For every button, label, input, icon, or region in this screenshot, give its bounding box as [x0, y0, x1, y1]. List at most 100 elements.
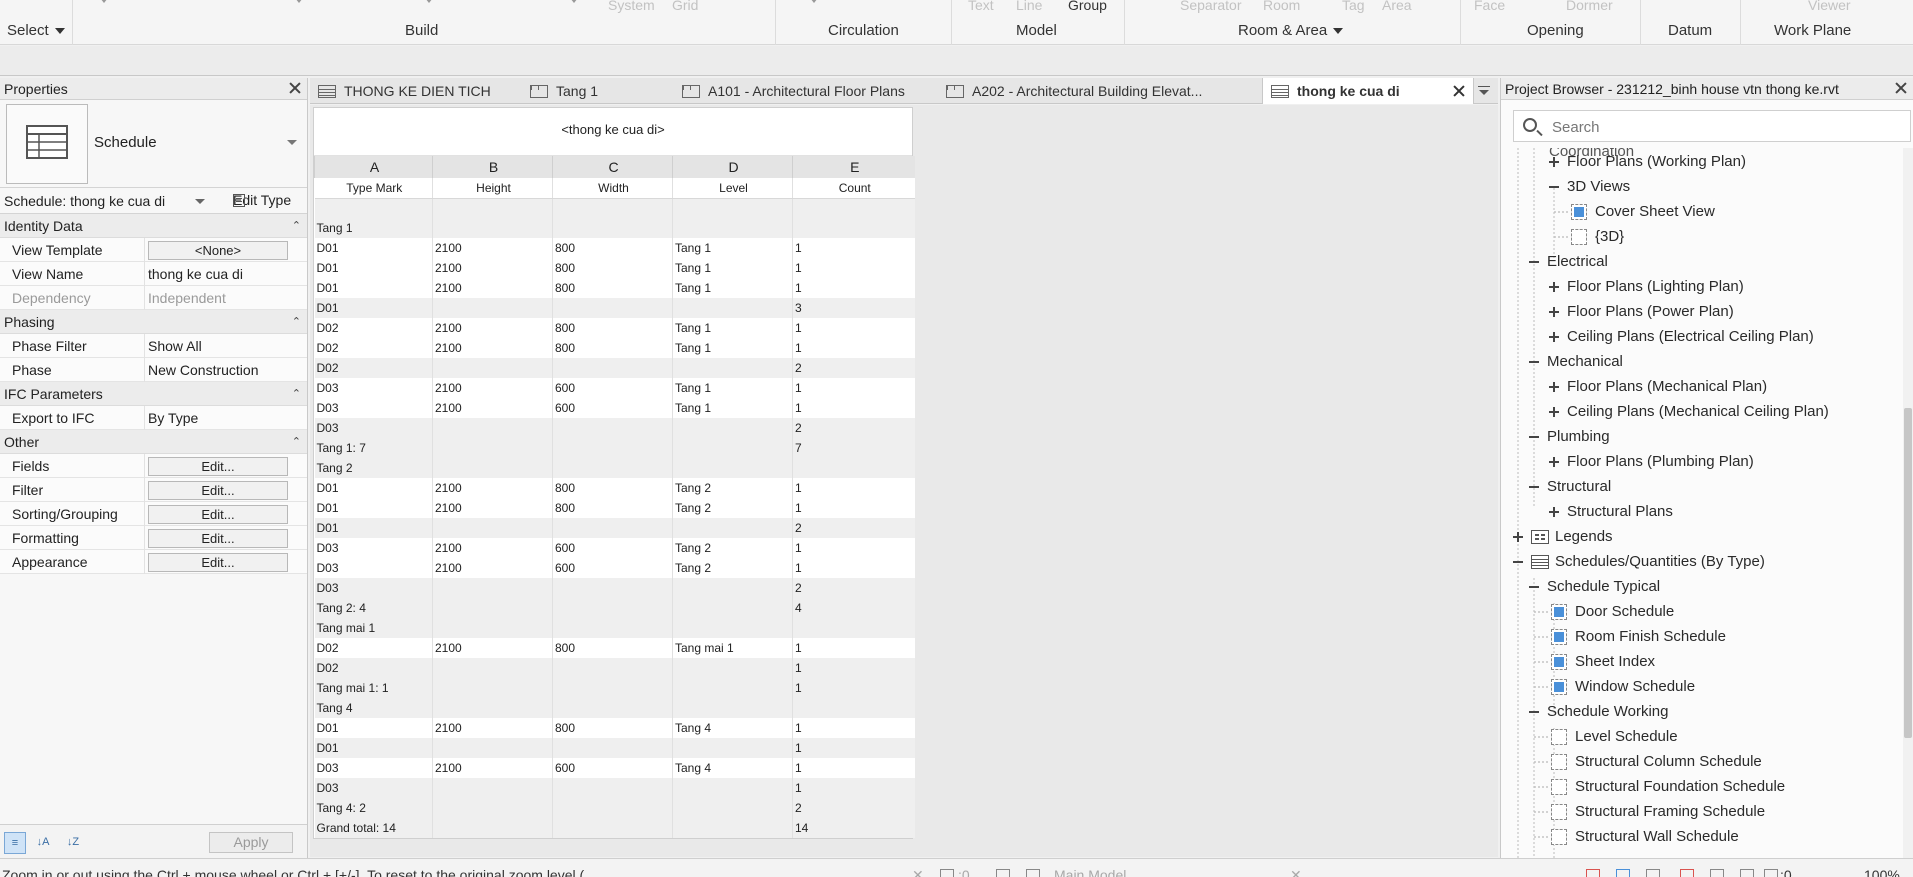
column-header[interactable]: Type Mark: [314, 178, 433, 199]
tree-node[interactable]: Structural Foundation Schedule: [1501, 775, 1899, 799]
column-header[interactable]: Level: [672, 178, 793, 199]
group-header-row[interactable]: Tang mai 1: [314, 618, 915, 638]
collapse-icon[interactable]: [1547, 175, 1561, 199]
property-edit-button[interactable]: Edit...: [148, 457, 288, 476]
ribbon-group-model[interactable]: Model: [1016, 22, 1057, 39]
column-header[interactable]: Height: [432, 178, 553, 199]
table-row[interactable]: D03 2100 600 Tang 11: [314, 398, 915, 418]
tree-node[interactable]: Structural Framing Schedule: [1501, 800, 1899, 824]
tree-node[interactable]: Floor Plans (Mechanical Plan): [1501, 375, 1899, 399]
table-row[interactable]: D01 2100 800 Tang 11: [314, 258, 915, 278]
column-letter[interactable]: C: [552, 156, 673, 178]
subtotal-row[interactable]: D01 3: [314, 298, 915, 318]
pinned-select-icon[interactable]: [1646, 869, 1660, 877]
property-edit-button[interactable]: <None>: [148, 241, 288, 260]
close-tab-icon[interactable]: [1451, 83, 1467, 99]
expand-icon[interactable]: [1547, 500, 1561, 524]
tree-node[interactable]: Structural Wall Schedule: [1501, 825, 1899, 849]
ribbon-group-opening[interactable]: Opening: [1527, 22, 1584, 39]
ribbon-grid-label[interactable]: Grid: [672, 0, 698, 13]
table-row[interactable]: D01 2100 800 Tang 21: [314, 498, 915, 518]
tree-node[interactable]: Structural: [1501, 475, 1899, 499]
search-input[interactable]: Search: [1513, 110, 1911, 142]
property-edit-button[interactable]: Edit...: [148, 553, 288, 572]
table-row[interactable]: D03 2100 600 Tang 21: [314, 558, 915, 578]
subtotal-row[interactable]: Tang 1: 7 7: [314, 438, 915, 458]
group-header-row[interactable]: Tang 2: [314, 458, 915, 478]
ribbon-tag-label[interactable]: Tag: [1342, 0, 1365, 13]
tree-node[interactable]: Schedule Typical: [1501, 575, 1899, 599]
table-row[interactable]: D03 2100 600 Tang 11: [314, 378, 915, 398]
drag-select-icon[interactable]: [1710, 869, 1724, 877]
column-header[interactable]: Count: [792, 178, 915, 199]
group-header-row[interactable]: Tang 4: [314, 698, 915, 718]
link-select-icon[interactable]: [1586, 869, 1600, 877]
collapse-icon[interactable]: ⌃: [292, 430, 301, 454]
close-icon[interactable]: [287, 80, 303, 96]
collapse-icon[interactable]: [1527, 425, 1541, 449]
property-value[interactable]: Show All: [148, 338, 202, 354]
column-letter[interactable]: B: [432, 156, 553, 178]
subtotal-row[interactable]: D03 1: [314, 778, 915, 798]
ribbon-area-label[interactable]: Area: [1382, 0, 1412, 13]
collapse-icon[interactable]: ⌃: [292, 382, 301, 406]
ribbon-separator-label[interactable]: Separator: [1180, 0, 1241, 13]
category-header[interactable]: Other ⌃: [0, 430, 307, 454]
table-row[interactable]: D01 2100 800 Tang 21: [314, 478, 915, 498]
table-row[interactable]: D01 2100 800 Tang 41: [314, 718, 915, 738]
table-row[interactable]: D01 2100 800 Tang 11: [314, 238, 915, 258]
sort-descending-icon[interactable]: ↓Z: [62, 832, 84, 854]
ribbon-viewer-label[interactable]: Viewer: [1808, 0, 1851, 13]
tree-node[interactable]: Electrical: [1501, 250, 1899, 274]
tab-menu-icon[interactable]: [1478, 86, 1490, 96]
design-options-icon[interactable]: [1026, 869, 1040, 877]
subtotal-row[interactable]: D03 2: [314, 418, 915, 438]
ribbon-group-datum[interactable]: Datum: [1668, 22, 1712, 39]
ribbon-group-work-plane[interactable]: Work Plane: [1774, 22, 1851, 39]
tree-node[interactable]: Door Schedule: [1501, 600, 1899, 624]
tab-a101[interactable]: A101 - Architectural Floor Plans: [674, 78, 905, 104]
property-value[interactable]: thong ke cua di: [148, 266, 243, 282]
tree-node[interactable]: Level Schedule: [1501, 725, 1899, 749]
property-value[interactable]: New Construction: [148, 362, 259, 378]
ribbon-dormer-label[interactable]: Dormer: [1566, 0, 1613, 13]
tree-node[interactable]: Legends: [1501, 525, 1899, 549]
tree-node[interactable]: 3D Views: [1501, 175, 1899, 199]
expand-icon[interactable]: [1511, 525, 1525, 549]
subtotal-row[interactable]: Tang 2: 4 4: [314, 598, 915, 618]
column-header[interactable]: Width: [552, 178, 673, 199]
tree-node[interactable]: {3D}: [1501, 225, 1899, 249]
column-letter[interactable]: A: [314, 156, 433, 178]
tree-node[interactable]: Mechanical: [1501, 350, 1899, 374]
tree-node[interactable]: Window Schedule: [1501, 675, 1899, 699]
collapse-icon[interactable]: [1527, 250, 1541, 274]
subtotal-row[interactable]: D02 2: [314, 358, 915, 378]
expand-icon[interactable]: [1547, 400, 1561, 424]
face-select-icon[interactable]: [1680, 869, 1694, 877]
expand-icon[interactable]: [1547, 375, 1561, 399]
tab-a202[interactable]: A202 - Architectural Building Elevat...: [938, 78, 1202, 104]
tree-node[interactable]: Schedules/Quantities (By Type): [1501, 550, 1899, 574]
tree-node[interactable]: Schedule Working: [1501, 700, 1899, 724]
ribbon-line-label[interactable]: Line: [1016, 0, 1042, 13]
property-edit-button[interactable]: Edit...: [148, 505, 288, 524]
tab-thong-ke-dien-tich[interactable]: THONG KE DIEN TICH: [310, 78, 491, 104]
ribbon-room-label[interactable]: Room: [1263, 0, 1300, 13]
schedule-title[interactable]: <thong ke cua di>: [314, 108, 912, 156]
schedule-selector[interactable]: Schedule: thong ke cua di: [4, 193, 165, 209]
ribbon-group-label[interactable]: Group: [1068, 0, 1107, 13]
tree-node[interactable]: Plumbing: [1501, 425, 1899, 449]
expand-icon[interactable]: [1547, 150, 1561, 174]
collapse-icon[interactable]: [1527, 575, 1541, 599]
tab-thong-ke-cua-di[interactable]: thong ke cua di: [1262, 78, 1474, 104]
tree-node[interactable]: Floor Plans (Power Plan): [1501, 300, 1899, 324]
subtotal-row[interactable]: D01 1: [314, 738, 915, 758]
chevron-down-icon[interactable]: [287, 140, 297, 145]
subtotal-row[interactable]: Tang mai 1: 1 1: [314, 678, 915, 698]
property-edit-button[interactable]: Edit...: [148, 529, 288, 548]
tree-node[interactable]: Sheet Index: [1501, 650, 1899, 674]
subtotal-row[interactable]: Tang 4: 2 2: [314, 798, 915, 818]
close-icon[interactable]: [1893, 80, 1909, 96]
categorize-icon[interactable]: ≡: [4, 832, 26, 854]
ribbon-text-label[interactable]: Text: [968, 0, 994, 13]
